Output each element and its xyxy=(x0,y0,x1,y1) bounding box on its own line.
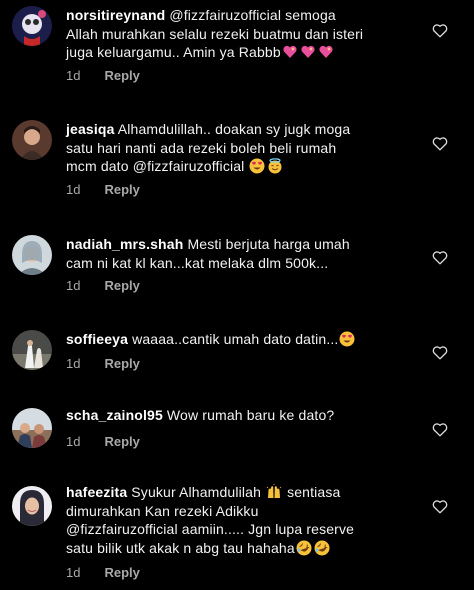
halo-face-emoji xyxy=(266,158,284,174)
reply-button[interactable]: Reply xyxy=(104,565,139,580)
comment-text: scha_zainol95 Wow rumah baru ke dato? xyxy=(66,407,335,423)
comment-timestamp: 1d xyxy=(66,356,81,371)
heart-outline-icon[interactable] xyxy=(432,250,448,265)
comment-username[interactable]: scha_zainol95 xyxy=(66,407,163,423)
avatar[interactable] xyxy=(12,120,52,160)
sparkling-heart-emoji xyxy=(281,44,299,60)
sparkling-heart-emoji xyxy=(317,44,335,60)
comment-text: norsitireynand @fizzfairuzofficial semog… xyxy=(66,7,364,60)
comment-timestamp: 1d xyxy=(66,68,81,83)
comment-username[interactable]: jeasiqa xyxy=(66,121,115,137)
comment-meta: 1d Reply xyxy=(66,278,140,293)
avatar[interactable] xyxy=(12,486,52,526)
avatar[interactable] xyxy=(12,235,52,275)
heart-outline-icon[interactable] xyxy=(432,345,448,360)
heart-outline-icon[interactable] xyxy=(432,422,448,437)
heart-eyes-face-emoji xyxy=(248,158,266,174)
avatar[interactable] xyxy=(12,330,52,370)
reply-button[interactable]: Reply xyxy=(104,356,139,371)
sparkling-heart-emoji xyxy=(299,44,317,60)
comment-text: nadiah_mrs.shah Mesti berjuta harga umah… xyxy=(66,236,350,271)
comment-username[interactable]: nadiah_mrs.shah xyxy=(66,236,183,252)
rolling-laughing-face-emoji xyxy=(313,540,331,556)
comment-text: soffieeya waaaa..cantik umah dato datin.… xyxy=(66,330,416,349)
comment-timestamp: 1d xyxy=(66,278,81,293)
reply-button[interactable]: Reply xyxy=(104,278,139,293)
avatar[interactable] xyxy=(12,408,52,448)
comment-username[interactable]: hafeezita xyxy=(66,484,127,500)
heart-outline-icon[interactable] xyxy=(432,499,448,514)
comment-timestamp: 1d xyxy=(66,434,81,449)
comment-meta: 1d Reply xyxy=(66,182,140,197)
comment-meta: 1d Reply xyxy=(66,434,140,449)
rolling-laughing-face-emoji xyxy=(295,540,313,556)
reply-button[interactable]: Reply xyxy=(104,182,139,197)
reply-button[interactable]: Reply xyxy=(104,434,139,449)
reply-button[interactable]: Reply xyxy=(104,68,139,83)
raising-hands-emoji xyxy=(265,484,283,500)
comment-timestamp: 1d xyxy=(66,565,81,580)
comment-timestamp: 1d xyxy=(66,182,81,197)
comment-username[interactable]: soffieeya xyxy=(66,331,128,347)
comment-meta: 1d Reply xyxy=(66,356,140,371)
heart-outline-icon[interactable] xyxy=(432,136,448,151)
comment-meta: 1d Reply xyxy=(66,68,140,83)
avatar[interactable] xyxy=(12,6,52,46)
heart-outline-icon[interactable] xyxy=(432,23,448,38)
comment-text: jeasiqa Alhamdulillah.. doakan sy jugk m… xyxy=(66,121,351,174)
comment-text: hafeezita Syukur Alhamdulilah sentiasa d… xyxy=(66,484,355,556)
comment-username[interactable]: norsitireynand xyxy=(66,7,165,23)
comment-meta: 1d Reply xyxy=(66,565,140,580)
heart-eyes-face-emoji xyxy=(338,331,356,347)
